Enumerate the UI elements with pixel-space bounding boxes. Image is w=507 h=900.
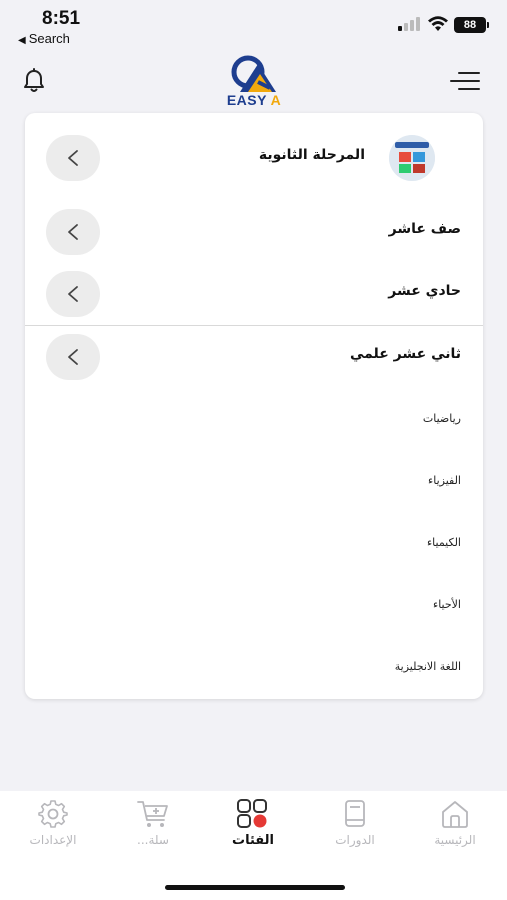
status-bar: 8:51 ◀ Search 88 <box>0 0 507 48</box>
easy-a-logo: EASY A <box>218 52 290 110</box>
grade-10-expand-button[interactable] <box>46 209 100 255</box>
subject-item-math[interactable]: رياضيات <box>423 412 461 425</box>
subject-item-physics[interactable]: الفيزياء <box>428 474 461 487</box>
logo-mark-icon <box>231 55 276 92</box>
gear-icon <box>38 800 68 828</box>
subject-item-biology[interactable]: الأحياء <box>433 598 461 611</box>
category-card: المرحلة الثانوية صف عاشر حادي عشر ثاني ع… <box>25 113 483 699</box>
back-label: Search <box>28 31 70 46</box>
bell-icon[interactable] <box>22 68 46 94</box>
wifi-icon <box>428 16 448 31</box>
logo-text: EASY A <box>226 92 282 108</box>
tab-cart-label: سلة... <box>137 833 169 847</box>
tab-cart[interactable]: سلة... <box>108 799 198 847</box>
bottom-tab-bar: الإعدادات سلة... الفئات الدورات الرئيسية <box>0 791 507 900</box>
back-to-search-link[interactable]: ◀ Search <box>18 31 70 46</box>
categories-icon <box>237 799 267 828</box>
cart-icon <box>137 801 168 827</box>
grade-row[interactable]: صف عاشر <box>25 203 483 263</box>
tab-home[interactable]: الرئيسية <box>410 799 500 847</box>
stage-label: المرحلة الثانوية <box>258 147 365 163</box>
tab-courses-label: الدورات <box>335 833 375 847</box>
grade-row[interactable]: حادي عشر <box>25 265 483 325</box>
tab-home-label: الرئيسية <box>434 833 476 847</box>
stage-thumbnail <box>389 135 435 181</box>
grade-12-expand-button[interactable] <box>46 334 100 380</box>
signal-icon <box>398 17 422 31</box>
chevron-left-icon <box>68 349 78 365</box>
chevron-left-icon <box>68 224 78 240</box>
book-icon <box>345 800 365 827</box>
grade-row[interactable]: ثاني عشر علمي <box>25 328 483 388</box>
divider <box>25 325 483 326</box>
tab-settings-label: الإعدادات <box>29 833 77 847</box>
subject-item-chemistry[interactable]: الكيمياء <box>427 536 461 549</box>
subject-item-english[interactable]: اللغة الانجليزية <box>395 660 461 673</box>
stage-row[interactable]: المرحلة الثانوية <box>25 129 483 189</box>
stage-expand-button[interactable] <box>46 135 100 181</box>
grade-10-label: صف عاشر <box>388 221 461 237</box>
tab-categories-label: الفئات <box>232 833 274 848</box>
chevron-left-icon <box>68 150 78 166</box>
tab-courses[interactable]: الدورات <box>310 799 400 847</box>
status-time: 8:51 <box>42 8 81 29</box>
back-triangle-icon: ◀ <box>18 35 26 46</box>
home-icon <box>442 801 468 828</box>
tab-categories[interactable]: الفئات <box>208 799 298 848</box>
tab-settings[interactable]: الإعدادات <box>8 799 98 847</box>
battery-indicator: 88 <box>454 17 489 33</box>
app-header: EASY A <box>0 48 507 112</box>
menu-icon[interactable] <box>450 72 480 92</box>
home-indicator[interactable] <box>165 885 345 890</box>
grade-12-science-label: ثاني عشر علمي <box>349 346 461 362</box>
chevron-left-icon <box>68 286 78 302</box>
grade-11-label: حادي عشر <box>388 283 461 299</box>
grade-11-expand-button[interactable] <box>46 271 100 317</box>
